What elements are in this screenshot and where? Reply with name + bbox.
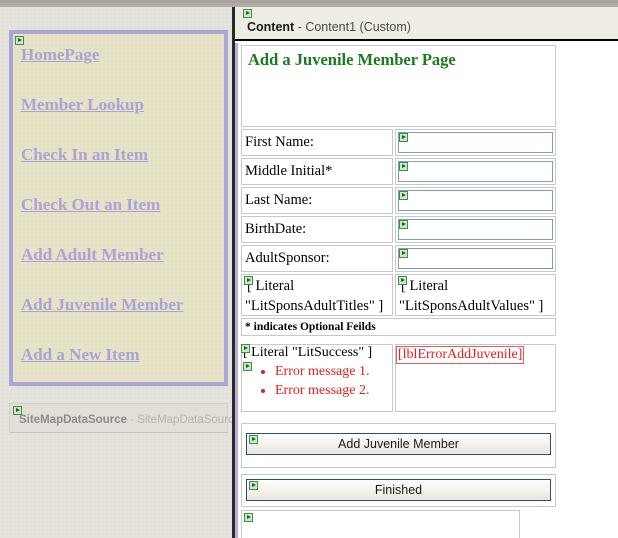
content-placeholder-header[interactable]: Content - Content1 (Custom) [235, 7, 618, 41]
literal-sponsor-values-line2: "LitSponsAdultValues" ] [399, 297, 544, 314]
optional-fields-note: * indicates Optional Feilds [241, 318, 556, 336]
form-row-adult-sponsor: AdultSponsor: [241, 245, 556, 272]
list-item: Error message 2. [275, 382, 369, 401]
literal-sponsor-values[interactable]: [ Literal "LitSponsAdultValues" ] [395, 274, 556, 316]
expand-arrow-icon[interactable] [244, 276, 253, 285]
designer-root: HomePage Member Lookup Check In an Item … [0, 0, 618, 538]
sidebar-item-add-juvenile-member[interactable]: Add Juvenile Member [21, 296, 224, 313]
field-cell-last-name [395, 187, 556, 214]
add-juvenile-member-button[interactable]: Add Juvenile Member [246, 433, 551, 455]
expand-arrow-icon[interactable] [399, 249, 408, 258]
literal-sponsor-titles-line1: [ Literal [247, 278, 295, 294]
expand-arrow-icon[interactable] [244, 513, 253, 522]
sidebar-item-add-a-new-item[interactable]: Add a New Item [21, 346, 224, 363]
sidebar-item-add-adult-member[interactable]: Add Adult Member [21, 246, 224, 263]
finished-button[interactable]: Finished [246, 479, 551, 501]
field-cell-adult-sponsor [395, 245, 556, 272]
form-row-birthdate: BirthDate: [241, 216, 556, 243]
expand-arrow-icon[interactable] [249, 435, 258, 444]
sitemap-datasource-type: SiteMapDataSource [19, 414, 128, 426]
input-last-name[interactable] [398, 190, 553, 211]
expand-arrow-icon[interactable] [399, 162, 408, 171]
list-item: Error message 1. [275, 363, 369, 382]
expand-arrow-icon[interactable] [243, 362, 252, 371]
window-top-strip [0, 0, 618, 7]
content-placeholder-separator: - [294, 20, 306, 34]
input-middle-initial[interactable] [398, 161, 553, 182]
sitemap-datasource-separator: - [127, 414, 138, 426]
form-row-literals: [ Literal "LitSponsAdultTitles" ] [ Lite… [241, 274, 556, 316]
form-table: Add a Juvenile Member Page First Name: M… [241, 45, 556, 538]
expand-arrow-icon[interactable] [241, 344, 250, 353]
sitemap-datasource-id: SiteMapDataSource1 [137, 414, 247, 426]
literal-success[interactable]: [ Literal "LitSuccess" ] [241, 344, 373, 361]
sitemap-datasource-control[interactable]: SiteMapDataSource - SiteMapDataSource1 [9, 403, 247, 433]
field-cell-birthdate [395, 216, 556, 243]
label-birthdate: BirthDate: [241, 216, 393, 243]
left-design-surface: HomePage Member Lookup Check In an Item … [0, 7, 247, 538]
expand-arrow-icon[interactable] [399, 191, 408, 200]
expand-arrow-icon[interactable] [15, 36, 24, 45]
window-top-strip-shade [0, 0, 618, 3]
literal-sponsor-values-line1: [ Literal [401, 278, 449, 294]
literal-sponsor-titles[interactable]: [ Literal "LitSponsAdultTitles" ] [241, 274, 393, 316]
sitemap-navigation-inner: HomePage Member Lookup Check In an Item … [13, 34, 224, 382]
literal-success-text: [ Literal "LitSuccess" ] [243, 345, 373, 360]
label-first-name: First Name: [241, 129, 393, 156]
field-cell-middle-initial [395, 158, 556, 185]
content-placeholder-name: Content1 (Custom) [305, 20, 411, 34]
expand-arrow-icon[interactable] [249, 481, 258, 490]
input-birthdate[interactable] [398, 219, 553, 240]
page-title: Add a Juvenile Member Page [248, 50, 456, 69]
sidebar-item-member-lookup[interactable]: Member Lookup [21, 96, 224, 113]
input-adult-sponsor[interactable] [398, 248, 553, 269]
expand-arrow-icon[interactable] [243, 9, 252, 18]
sidebar-item-check-in-an-item[interactable]: Check In an Item [21, 146, 224, 163]
literal-sponsor-titles-line2: "LitSponsAdultTitles" ] [245, 297, 384, 314]
label-adult-sponsor: AdultSponsor: [241, 245, 393, 272]
form-row-last-name: Last Name: [241, 187, 556, 214]
field-cell-first-name [395, 129, 556, 156]
expand-arrow-icon[interactable] [399, 133, 408, 142]
error-label[interactable]: [lblErrorAddJuvenile] [396, 346, 525, 364]
content-placeholder-title: Content - Content1 (Custom) [247, 20, 411, 34]
content-placeholder-body: Add a Juvenile Member Page First Name: M… [235, 43, 618, 538]
expand-arrow-icon[interactable] [399, 220, 408, 229]
form-row-middle-initial: Middle Initial* [241, 158, 556, 185]
message-panel: [ Literal "LitSuccess" ] [lblErrorAddJuv… [241, 344, 556, 412]
label-last-name: Last Name: [241, 187, 393, 214]
finished-button-panel: Finished [241, 474, 556, 507]
trailing-content-panel [241, 510, 520, 538]
content-region: Content - Content1 (Custom) Add a Juveni… [235, 7, 618, 538]
sitemap-datasource-caption: SiteMapDataSource - SiteMapDataSource1 [19, 414, 247, 426]
input-first-name[interactable] [398, 132, 553, 153]
error-message-list: Error message 1. Error message 2. [241, 363, 369, 401]
sidebar-item-homepage[interactable]: HomePage [21, 46, 224, 63]
sitemap-navigation-control[interactable]: HomePage Member Lookup Check In an Item … [9, 30, 228, 386]
expand-arrow-icon[interactable] [398, 276, 407, 285]
sidebar-item-check-out-an-item[interactable]: Check Out an Item [21, 196, 224, 213]
content-placeholder-label: Content [247, 20, 295, 34]
label-middle-initial: Middle Initial* [241, 158, 393, 185]
add-button-panel: Add Juvenile Member [241, 423, 556, 468]
page-heading-cell: Add a Juvenile Member Page [241, 45, 556, 127]
form-row-first-name: First Name: [241, 129, 556, 156]
